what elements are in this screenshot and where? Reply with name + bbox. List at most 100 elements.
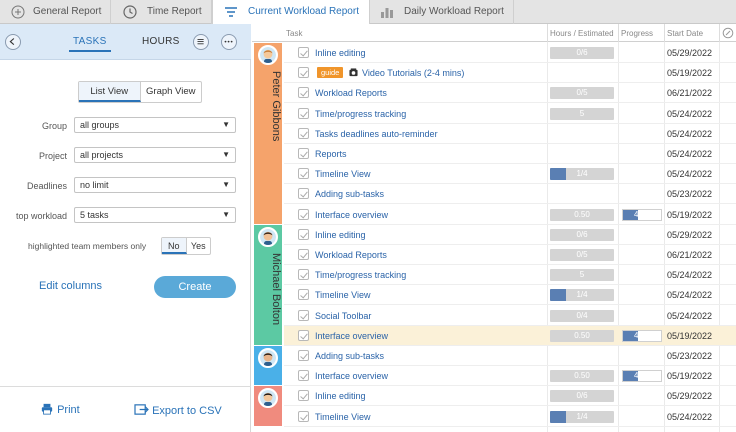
more-button[interactable] xyxy=(221,34,237,50)
task-row[interactable]: Timeline View 1/4 05/24/2022 xyxy=(284,285,736,306)
task-name[interactable]: Timeline View xyxy=(315,169,371,179)
task-checkbox[interactable] xyxy=(298,127,309,139)
task-row[interactable]: Interface overview 0.50 40% 05/19/2022 xyxy=(284,325,736,346)
task-name[interactable]: Interface overview xyxy=(315,371,388,381)
task-row[interactable]: Inline editing 0/6 05/29/2022 xyxy=(284,225,736,245)
project-label: Project xyxy=(38,151,67,161)
member-name: Michael Bolton xyxy=(270,252,282,325)
tab-current-workload-report[interactable]: Current Workload Report xyxy=(212,0,370,25)
task-checkbox[interactable] xyxy=(298,228,309,240)
hours-value: 0/6 xyxy=(576,391,588,401)
progress-bar: 40% xyxy=(622,370,662,383)
task-checkbox[interactable] xyxy=(298,249,309,260)
task-name[interactable]: Workload Reports xyxy=(315,250,387,260)
task-row[interactable]: Workload Reports 0/5 06/21/2022 xyxy=(284,245,736,265)
tab-general-report[interactable]: General Report xyxy=(0,0,111,24)
task-name[interactable]: Time/progress tracking xyxy=(315,109,406,119)
list-menu-button[interactable] xyxy=(193,34,209,50)
task-checkbox[interactable] xyxy=(298,168,309,180)
no-button[interactable]: No xyxy=(162,238,187,254)
task-name[interactable]: Adding sub-tasks xyxy=(315,351,384,361)
project-select[interactable]: all projects ▼ xyxy=(74,147,236,163)
task-row[interactable]: Timeline View 1/4 05/24/2022 xyxy=(284,164,736,185)
hours-bar: 1/4 xyxy=(550,410,614,423)
edit-columns-link[interactable]: Edit columns xyxy=(39,280,102,292)
tab-time-report[interactable]: Time Report xyxy=(111,0,212,24)
task-checkbox[interactable] xyxy=(298,107,309,119)
task-name[interactable]: Reports xyxy=(315,149,347,159)
graph-view-button[interactable]: Graph View xyxy=(141,82,202,102)
deadlines-select[interactable]: no limit ▼ xyxy=(74,177,236,193)
panel-footer: Print Export to CSV xyxy=(0,386,251,432)
task-row[interactable]: Inline editing 0/6 05/29/2022 xyxy=(284,43,736,63)
create-button[interactable]: Create xyxy=(154,276,236,298)
member-band: Peter Gibbons xyxy=(254,43,282,224)
task-name[interactable]: Video Tutorials (2-4 mins) xyxy=(362,68,464,78)
progress-value: 40% xyxy=(633,209,650,219)
task-name[interactable]: Workload Reports xyxy=(315,88,387,98)
workload-icon xyxy=(225,7,237,17)
export-csv-button[interactable]: Export to CSV xyxy=(134,403,222,417)
task-row[interactable]: Reports 05/24/2022 xyxy=(284,144,736,164)
tab-hours[interactable]: HOURS xyxy=(142,36,180,47)
task-checkbox[interactable] xyxy=(298,289,309,301)
task-checkbox[interactable] xyxy=(298,390,309,402)
top-workload-label: top workload xyxy=(15,211,67,221)
task-row[interactable]: Timeline View 1/4 05/24/2022 xyxy=(284,407,736,427)
task-checkbox[interactable] xyxy=(298,47,309,58)
highlighted-members-toggle: No Yes xyxy=(161,237,211,255)
task-row[interactable]: Interface overview 0.50 40% 05/19/2022 xyxy=(284,205,736,225)
task-name[interactable]: Inline editing xyxy=(315,391,366,401)
hours-bar: 0/5 xyxy=(550,87,614,100)
hours-value: 0.50 xyxy=(574,330,590,340)
print-button[interactable]: Print xyxy=(40,403,80,416)
start-date: 05/24/2022 xyxy=(667,290,713,301)
column-settings-icon[interactable] xyxy=(722,27,734,39)
tab-daily-workload-report[interactable]: Daily Workload Report xyxy=(370,0,514,24)
yes-button[interactable]: Yes xyxy=(187,238,211,254)
task-row[interactable]: Inline editing 0/6 05/29/2022 xyxy=(284,386,736,407)
top-workload-select[interactable]: 5 tasks ▼ xyxy=(74,207,236,223)
task-row[interactable]: Tasks deadlines auto-reminder 05/24/2022 xyxy=(284,124,736,144)
task-checkbox[interactable] xyxy=(298,148,309,159)
task-checkbox[interactable] xyxy=(298,67,309,79)
task-name[interactable]: Interface overview xyxy=(315,210,388,220)
start-date: 05/24/2022 xyxy=(667,270,713,281)
group-select[interactable]: all groups ▼ xyxy=(74,117,236,133)
task-name[interactable]: Social Toolbar xyxy=(315,311,371,321)
task-name[interactable]: Inline editing xyxy=(315,230,366,240)
chevron-down-icon: ▼ xyxy=(222,210,230,219)
task-name[interactable]: Time/progress tracking xyxy=(315,270,406,280)
task-row[interactable]: Time/progress tracking 5 05/24/2022 xyxy=(284,265,736,286)
task-row[interactable]: Workload Reports 0/5 06/21/2022 xyxy=(284,83,736,104)
member-band xyxy=(254,346,282,386)
task-name[interactable]: Timeline View xyxy=(315,290,371,300)
task-checkbox[interactable] xyxy=(298,410,309,422)
task-name[interactable]: Adding sub-tasks xyxy=(315,189,384,199)
task-row[interactable]: Adding sub-tasks 05/23/2022 xyxy=(284,346,736,366)
task-row[interactable]: Adding sub-tasks 05/23/2022 xyxy=(284,184,736,205)
tab-tasks[interactable]: TASKS xyxy=(69,36,111,52)
chevron-down-icon: ▼ xyxy=(222,120,230,129)
task-checkbox[interactable] xyxy=(298,309,309,321)
task-row[interactable]: Time/progress tracking 5 05/24/2022 xyxy=(284,104,736,124)
progress-value: 40% xyxy=(633,330,650,340)
task-name[interactable]: Inline editing xyxy=(315,48,366,58)
task-checkbox[interactable] xyxy=(298,370,309,382)
hours-value: 0/4 xyxy=(576,310,588,320)
task-row[interactable]: Interface overview 0.50 40% 05/19/2022 xyxy=(284,366,736,387)
task-name[interactable]: Tasks deadlines auto-reminder xyxy=(315,129,438,139)
start-date: 05/23/2022 xyxy=(667,189,713,200)
task-name[interactable]: Timeline View xyxy=(315,412,371,422)
task-row[interactable]: Social Toolbar 0/4 05/24/2022 xyxy=(284,306,736,326)
task-checkbox[interactable] xyxy=(298,329,309,341)
task-checkbox[interactable] xyxy=(298,188,309,200)
task-row[interactable]: guide Video Tutorials (2-4 mins) 05/19/202… xyxy=(284,63,736,84)
task-checkbox[interactable] xyxy=(298,269,309,281)
list-view-button[interactable]: List View xyxy=(79,82,141,102)
task-checkbox[interactable] xyxy=(298,208,309,220)
task-checkbox[interactable] xyxy=(298,87,309,99)
back-button[interactable] xyxy=(5,34,21,50)
task-checkbox[interactable] xyxy=(298,350,309,361)
task-name[interactable]: Interface overview xyxy=(315,331,388,341)
